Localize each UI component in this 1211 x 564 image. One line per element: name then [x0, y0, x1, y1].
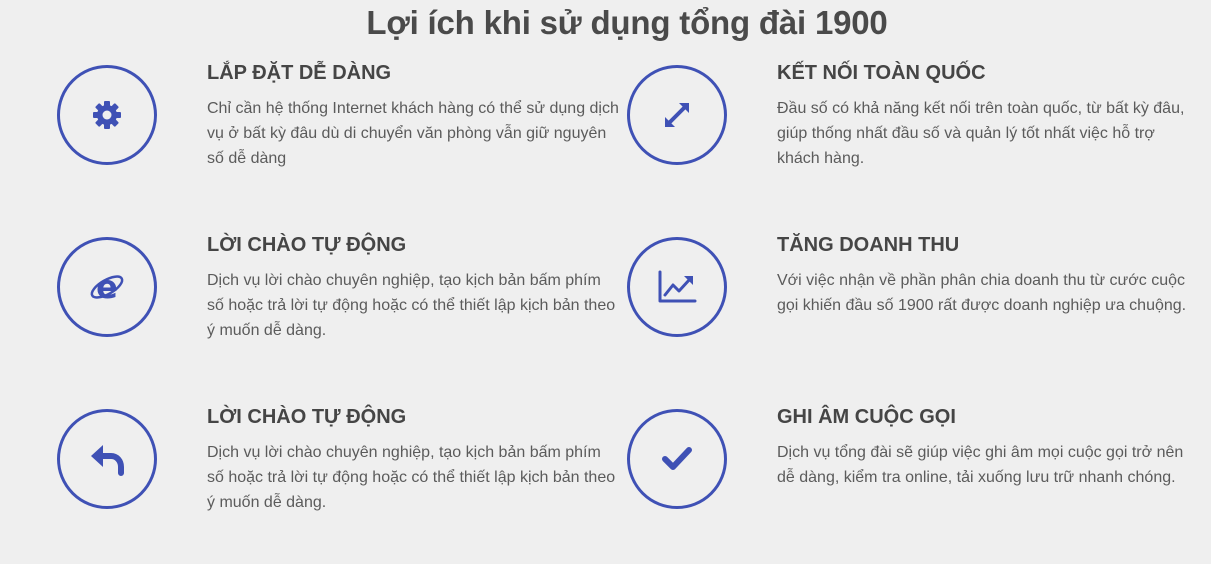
feature-title: LẮP ĐẶT DỄ DÀNG [207, 62, 392, 84]
feature-title: LỜI CHÀO TỰ ĐỘNG [207, 406, 407, 428]
feature-auto-greeting: e LỜI CHÀO TỰ ĐỘNG Dịch vụ lời chào chuy… [57, 234, 617, 377]
feature-description: Đầu số có khả năng kết nối trên toàn quố… [777, 100, 1185, 167]
feature-description: Với việc nhận về phần phân chia doanh th… [777, 272, 1187, 314]
feature-icon-circle [57, 409, 157, 509]
feature-call-recording: GHI ÂM CUỘC GỌI Dịch vụ tổng đài sẽ giúp… [627, 406, 1187, 549]
feature-description: Chỉ cần hệ thống Internet khách hàng có … [207, 100, 619, 167]
feature-title: GHI ÂM CUỘC GỌI [777, 406, 956, 428]
gear-icon [93, 101, 121, 129]
line-chart-icon [658, 270, 697, 303]
reply-arrow-icon [91, 445, 124, 476]
checkmark-icon [662, 447, 692, 470]
feature-nationwide: KẾT NỐI TOÀN QUỐC Đầu số có khả năng kết… [627, 62, 1187, 205]
section-title: Lợi ích khi sử dụng tổng đài 1900 [366, 4, 888, 41]
feature-title: LỜI CHÀO TỰ ĐỘNG [207, 234, 407, 256]
svg-text:e: e [96, 268, 118, 306]
feature-icon-circle [627, 65, 727, 165]
feature-icon-circle [57, 65, 157, 165]
feature-title: KẾT NỐI TOÀN QUỐC [777, 62, 986, 84]
feature-description: Dịch vụ lời chào chuyên nghiệp, tạo kịch… [207, 272, 616, 339]
feature-install: LẮP ĐẶT DỄ DÀNG Chỉ cần hệ thống Interne… [57, 62, 619, 205]
expand-arrows-icon [665, 103, 689, 127]
feature-icon-circle [627, 409, 727, 509]
feature-auto-greeting-2: LỜI CHÀO TỰ ĐỘNG Dịch vụ lời chào chuyên… [57, 406, 617, 549]
feature-description: Dịch vụ tổng đài sẽ giúp việc ghi âm mọi… [777, 444, 1184, 486]
feature-title: TĂNG DOANH THU [777, 234, 960, 256]
feature-description: Dịch vụ lời chào chuyên nghiệp, tạo kịch… [207, 444, 616, 511]
internet-explorer-icon: e [90, 268, 124, 306]
feature-icon-circle [627, 237, 727, 337]
feature-revenue: TĂNG DOANH THU Với việc nhận về phần phâ… [627, 234, 1187, 377]
feature-icon-circle: e [57, 237, 157, 337]
